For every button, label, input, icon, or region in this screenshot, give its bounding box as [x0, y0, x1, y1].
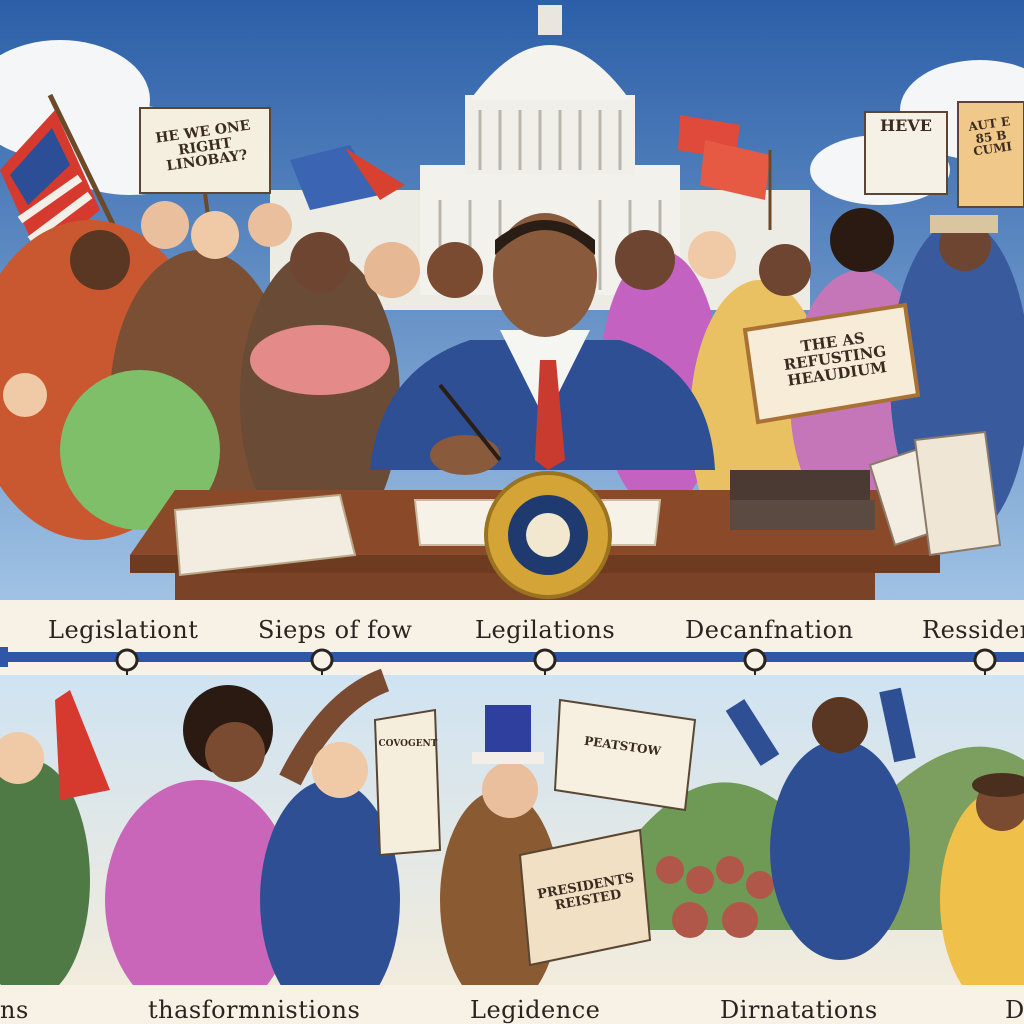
- top-label-4: Decanfnation: [685, 616, 854, 644]
- bottom-label-5: D: [1005, 996, 1024, 1024]
- bottom-label-3: Legidence: [470, 996, 601, 1024]
- bottom-sign-a-text: COVOGENT: [378, 739, 438, 749]
- top-label-1: Legislationt: [48, 616, 199, 644]
- right-top-sign-text: HEVE: [880, 116, 932, 135]
- top-label-2: Sieps of fow: [258, 616, 413, 644]
- top-label-5: Ressideriz: [922, 616, 1024, 644]
- presidential-seal: [484, 471, 612, 599]
- bottom-label-1: ns: [0, 996, 29, 1024]
- illustration-scene: HE WE ONE RIGHT LINOBAY? HEVE AUT E 85 B…: [0, 0, 1024, 1024]
- bottom-label-2: thasformnistions: [148, 996, 361, 1024]
- bottom-label-4: Dirnatations: [720, 996, 878, 1024]
- top-label-3: Legilations: [475, 616, 616, 644]
